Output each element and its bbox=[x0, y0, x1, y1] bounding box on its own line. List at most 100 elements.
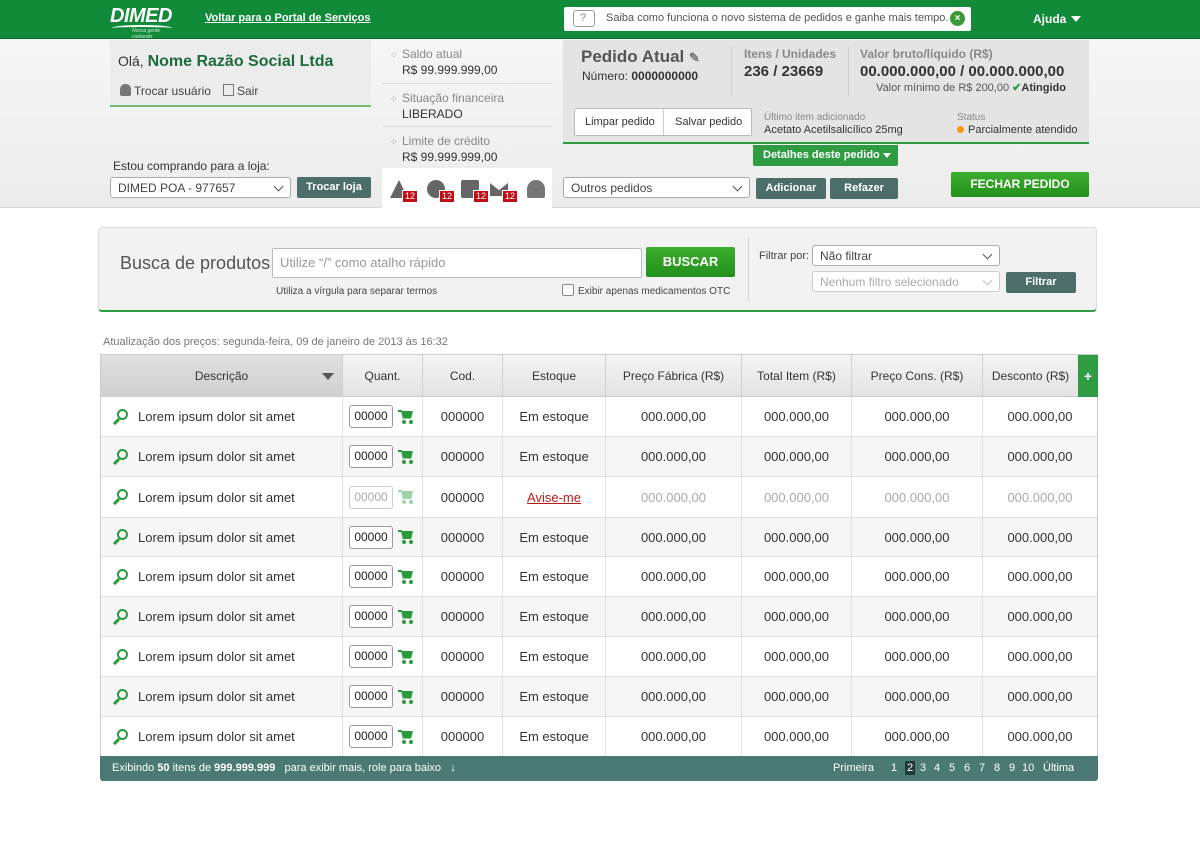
col-consumer-price: Preço Cons. (R$) bbox=[852, 355, 983, 397]
help-chat-icon bbox=[573, 10, 595, 27]
page-link[interactable]: 4 bbox=[934, 762, 940, 774]
balance-value: R$ 99.999.999,00 bbox=[402, 63, 498, 77]
edit-icon[interactable]: ✎ bbox=[689, 50, 700, 65]
cart-icon[interactable] bbox=[398, 729, 415, 744]
disc-value: 000.000,00 bbox=[1007, 649, 1073, 664]
close-order-button[interactable]: FECHAR PEDIDO bbox=[951, 172, 1089, 197]
store-select[interactable]: DIMED POA - 977657 bbox=[110, 177, 291, 198]
magnifier-icon[interactable] bbox=[113, 568, 129, 585]
cart-icon[interactable] bbox=[398, 530, 415, 544]
warning-alert[interactable]: 12 bbox=[390, 180, 419, 203]
product-description[interactable]: Lorem ipsum dolor sit amet bbox=[138, 409, 295, 424]
product-description[interactable]: Lorem ipsum dolor sit amet bbox=[138, 689, 295, 704]
otc-checkbox[interactable]: Exibir apenas medicamentos OTC bbox=[562, 284, 730, 297]
filter-button[interactable]: Filtrar bbox=[1006, 272, 1076, 293]
magnifier-icon[interactable] bbox=[113, 688, 129, 705]
product-description[interactable]: Lorem ipsum dolor sit amet bbox=[138, 490, 295, 505]
quantity-input[interactable]: 00000 bbox=[349, 725, 393, 748]
page-link[interactable]: 6 bbox=[964, 762, 970, 774]
page-link[interactable]: 10 bbox=[1022, 762, 1034, 774]
pagination: Primeira 1 2 3 4 5 6 7 8 9 10 Última bbox=[833, 761, 1093, 776]
product-description[interactable]: Lorem ipsum dolor sit amet bbox=[138, 449, 295, 464]
switch-user-link[interactable]: Trocar usuário bbox=[120, 84, 211, 98]
magnifier-icon[interactable] bbox=[113, 408, 129, 425]
magnifier-icon[interactable] bbox=[113, 489, 129, 506]
search-input[interactable]: Utilize “/” como atalho rápido bbox=[272, 248, 642, 278]
page-link[interactable]: 9 bbox=[1009, 762, 1015, 774]
cell-stock: Avise-me bbox=[503, 477, 606, 517]
notify-me-link[interactable]: Avise-me bbox=[527, 490, 581, 505]
finance-alert[interactable]: 12 bbox=[427, 180, 456, 203]
other-orders-select[interactable]: Outros pedidos bbox=[563, 177, 750, 198]
product-description[interactable]: Lorem ipsum dolor sit amet bbox=[138, 729, 295, 744]
magnifier-icon[interactable] bbox=[113, 648, 129, 665]
page-link[interactable]: 2 bbox=[905, 761, 916, 775]
add-column-button[interactable]: + bbox=[1078, 355, 1098, 397]
chevron-down-icon bbox=[982, 249, 993, 260]
notice-banner[interactable]: Saiba como funciona o novo sistema de pe… bbox=[564, 7, 971, 31]
cell-desc: Lorem ipsum dolor sit amet bbox=[101, 437, 343, 476]
help-menu[interactable]: Ajuda bbox=[1033, 12, 1082, 26]
order-details-button[interactable]: Detalhes deste pedido bbox=[753, 145, 898, 166]
col-description[interactable]: Descrição bbox=[101, 355, 343, 397]
clear-order-button[interactable]: Limpar pedido bbox=[585, 116, 655, 128]
cart-icon[interactable] bbox=[398, 609, 415, 624]
minimum-value-status: Atingido bbox=[1021, 82, 1066, 94]
magnifier-icon[interactable] bbox=[113, 448, 129, 465]
factory-value: 000.000,00 bbox=[640, 569, 707, 584]
dimed-logo[interactable]: DIMED Nossa gente cuidando bbox=[110, 5, 172, 40]
page-link[interactable]: 8 bbox=[994, 762, 1000, 774]
switch-store-button[interactable]: Trocar loja bbox=[297, 177, 371, 198]
quantity-input[interactable]: 00000 bbox=[349, 445, 393, 468]
cart-icon[interactable] bbox=[398, 569, 415, 584]
cart-icon[interactable] bbox=[398, 409, 415, 424]
save-order-button[interactable]: Salvar pedido bbox=[675, 116, 742, 128]
page-link[interactable]: 1 bbox=[891, 762, 897, 774]
cart-icon[interactable] bbox=[398, 689, 415, 704]
portal-link[interactable]: Voltar para o Portal de Serviços bbox=[205, 12, 370, 24]
calendar-alert[interactable]: 12 bbox=[461, 180, 490, 203]
balance-block: ⁘ Saldo atual R$ 99.999.999,00 bbox=[390, 47, 497, 77]
profile-button[interactable] bbox=[527, 180, 547, 200]
product-description[interactable]: Lorem ipsum dolor sit amet bbox=[138, 530, 295, 545]
page-link[interactable]: 5 bbox=[949, 762, 955, 774]
stock-value: Em estoque bbox=[519, 409, 589, 424]
add-order-button[interactable]: Adicionar bbox=[756, 178, 826, 199]
quantity-input[interactable]: 00000 bbox=[349, 685, 393, 708]
order-status-value: Parcialmente atendido bbox=[968, 124, 1078, 136]
cell-stock: Em estoque bbox=[503, 677, 606, 716]
sort-icon[interactable] bbox=[322, 373, 334, 380]
financial-status-label: Situação financeira bbox=[402, 91, 505, 105]
product-description[interactable]: Lorem ipsum dolor sit amet bbox=[138, 569, 295, 584]
quantity-input[interactable]: 00000 bbox=[349, 605, 393, 628]
store-label: Estou comprando para a loja: bbox=[113, 159, 270, 173]
page-link[interactable]: 3 bbox=[920, 762, 926, 774]
secondary-filter-select[interactable]: Nenhum filtro selecionado bbox=[812, 271, 1000, 292]
product-description[interactable]: Lorem ipsum dolor sit amet bbox=[138, 609, 295, 624]
logout-link[interactable]: Sair bbox=[223, 84, 258, 98]
magnifier-icon[interactable] bbox=[113, 728, 129, 745]
cart-icon[interactable] bbox=[398, 490, 415, 504]
search-button[interactable]: BUSCAR bbox=[646, 247, 735, 277]
quantity-input[interactable]: 00000 bbox=[349, 485, 393, 509]
quantity-input[interactable]: 00000 bbox=[349, 645, 393, 668]
page-last-link[interactable]: Última bbox=[1043, 762, 1074, 774]
order-title: Pedido Atual ✎ bbox=[581, 47, 700, 67]
filter-select[interactable]: Não filtrar bbox=[812, 245, 1000, 266]
col-stock: Estoque bbox=[503, 355, 606, 397]
cart-icon[interactable] bbox=[398, 449, 415, 464]
magnifier-icon[interactable] bbox=[113, 608, 129, 625]
page-first-link[interactable]: Primeira bbox=[833, 762, 874, 774]
filter-select-value: Não filtrar bbox=[820, 249, 873, 263]
product-description[interactable]: Lorem ipsum dolor sit amet bbox=[138, 649, 295, 664]
cart-icon[interactable] bbox=[398, 649, 415, 664]
redo-order-button[interactable]: Refazer bbox=[830, 178, 898, 199]
magnifier-icon[interactable] bbox=[113, 529, 129, 546]
quantity-input[interactable]: 00000 bbox=[349, 565, 393, 588]
quantity-input[interactable]: 00000 bbox=[349, 405, 393, 428]
mail-alert[interactable]: 12 bbox=[490, 180, 519, 203]
checkbox-icon[interactable] bbox=[562, 284, 574, 296]
close-notice-icon[interactable]: × bbox=[950, 11, 965, 26]
page-link[interactable]: 7 bbox=[979, 762, 985, 774]
quantity-input[interactable]: 00000 bbox=[349, 525, 393, 549]
